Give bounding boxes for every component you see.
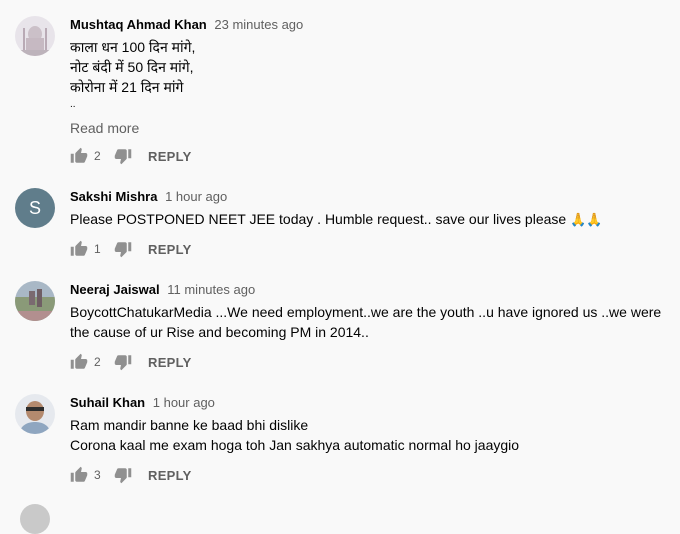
read-more-link[interactable]: Read more [70, 120, 139, 136]
thumbs-up-icon[interactable] [70, 466, 88, 484]
comment-header: Sakshi Mishra 1 hour ago [70, 189, 227, 204]
author-name[interactable]: Sakshi Mishra [70, 189, 157, 204]
avatar[interactable] [15, 281, 55, 321]
comment-line: Please POSTPONED NEET JEE today . Humble… [70, 211, 567, 227]
thumbs-up-icon[interactable] [70, 147, 88, 165]
comment-actions: 3 REPLY [70, 465, 192, 485]
comment-line: Corona kaal me exam hoga toh Jan sakhya … [70, 437, 520, 453]
like-count: 2 [94, 355, 101, 369]
author-name[interactable]: Suhail Khan [70, 395, 145, 410]
avatar[interactable] [15, 16, 55, 56]
reply-button[interactable]: REPLY [148, 242, 192, 257]
thumbs-up-icon[interactable] [70, 353, 88, 371]
comment-text: Please POSTPONED NEET JEE today . Humble… [70, 209, 675, 230]
comment-line: कोरोना में 21 दिन मांगे [70, 79, 184, 95]
comment-line: काला धन 100 दिन मांगे, [70, 39, 196, 55]
like-count: 1 [94, 242, 101, 256]
comment-line: BoycottChatukarMedia ...We need employme… [70, 304, 662, 340]
comment-header: Suhail Khan 1 hour ago [70, 395, 215, 410]
thumbs-down-icon[interactable] [114, 240, 132, 258]
comment-actions: 2 REPLY [70, 146, 192, 166]
comment-actions: 1 REPLY [70, 239, 192, 259]
comment-timestamp[interactable]: 1 hour ago [153, 395, 215, 410]
next-comment-avatar[interactable] [20, 504, 50, 534]
thumbs-down-icon[interactable] [114, 147, 132, 165]
reply-button[interactable]: REPLY [148, 149, 192, 164]
thumbs-up-icon[interactable] [70, 240, 88, 258]
comment-text: Ram mandir banne ke baad bhi dislike Cor… [70, 415, 675, 455]
reply-button[interactable]: REPLY [148, 355, 192, 370]
comment-line: .. [70, 99, 76, 110]
folded-hands-emoji: 🙏🙏 [570, 212, 603, 227]
author-name[interactable]: Neeraj Jaiswal [70, 282, 160, 297]
thumbs-down-icon[interactable] [114, 466, 132, 484]
comment-text: काला धन 100 दिन मांगे, नोट बंदी में 50 द… [70, 37, 675, 113]
reply-button[interactable]: REPLY [148, 468, 192, 483]
comment-timestamp[interactable]: 23 minutes ago [214, 17, 303, 32]
avatar[interactable] [15, 394, 55, 434]
comment-actions: 2 REPLY [70, 352, 192, 372]
like-count: 2 [94, 149, 101, 163]
comment-timestamp[interactable]: 11 minutes ago [167, 282, 255, 297]
comment-text: BoycottChatukarMedia ...We need employme… [70, 302, 676, 342]
landscape-avatar-icon [15, 281, 55, 321]
comment-line: Ram mandir banne ke baad bhi dislike [70, 417, 309, 433]
person-avatar-icon [15, 394, 55, 434]
avatar[interactable]: S [15, 188, 55, 228]
thumbs-down-icon[interactable] [114, 353, 132, 371]
comment-header: Neeraj Jaiswal 11 minutes ago [70, 282, 255, 297]
author-name[interactable]: Mushtaq Ahmad Khan [70, 17, 207, 32]
comment-timestamp[interactable]: 1 hour ago [165, 189, 227, 204]
comment-header: Mushtaq Ahmad Khan 23 minutes ago [70, 17, 303, 32]
like-count: 3 [94, 468, 101, 482]
comment-line: नोट बंदी में 50 दिन मांगे, [70, 59, 194, 75]
taj-mahal-avatar-icon [15, 16, 55, 56]
